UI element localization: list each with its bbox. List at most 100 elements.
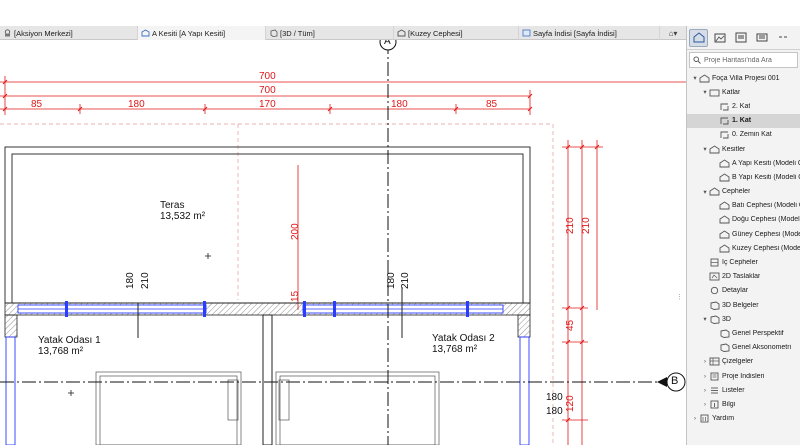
tree-item-label: A Yapı Kesiti (Modeli O bbox=[732, 159, 800, 167]
tree-item[interactable]: › Çizelgeler bbox=[687, 355, 800, 369]
tree-item[interactable]: › Yardım bbox=[687, 412, 800, 426]
window-label-lower: 180 bbox=[546, 392, 563, 403]
lists-icon bbox=[709, 386, 720, 395]
archicad-window: [Aksiyon Merkezi] A Kesiti [A Yapı Kesit… bbox=[0, 0, 800, 445]
tree-item[interactable]: › Proje İndisleri bbox=[687, 369, 800, 383]
tree-item[interactable]: A Yapı Kesiti (Modeli O bbox=[687, 156, 800, 170]
layout-book-button[interactable] bbox=[731, 29, 750, 47]
window-label: 180 bbox=[386, 272, 397, 289]
elevation-icon bbox=[719, 244, 730, 253]
navigator-search[interactable] bbox=[689, 52, 798, 68]
room-name: Teras bbox=[160, 200, 185, 211]
panel-resize-handle[interactable]: ⋮ bbox=[676, 293, 683, 305]
chevron-down-icon[interactable]: ▾ bbox=[701, 315, 709, 323]
tree-item-label: Genel Aksonometri bbox=[732, 344, 792, 352]
more-button[interactable] bbox=[773, 29, 792, 47]
tree-item[interactable]: ▾ Kesitler bbox=[687, 142, 800, 156]
tree-item[interactable]: 1. Kat bbox=[687, 113, 800, 128]
tree-item[interactable]: 2. Kat bbox=[687, 99, 800, 113]
tab-action-center[interactable]: [Aksiyon Merkezi] bbox=[0, 26, 138, 40]
window-label: 210 bbox=[400, 272, 411, 289]
chevron-right-icon[interactable]: › bbox=[701, 401, 709, 408]
view-map-button[interactable] bbox=[710, 29, 729, 47]
tree-item-label: Batı Cephesi (Modeli O bbox=[732, 202, 800, 210]
tab-label: A Kesiti [A Yapı Kesiti] bbox=[152, 28, 226, 38]
tree-item-label: Genel Perspektif bbox=[732, 329, 784, 337]
section-icon bbox=[719, 159, 730, 168]
publisher-button[interactable] bbox=[752, 29, 771, 47]
tree-item[interactable]: Detaylar bbox=[687, 284, 800, 298]
elevations-icon bbox=[709, 187, 720, 196]
chevron-down-icon[interactable]: ▾ bbox=[691, 74, 699, 82]
details-icon bbox=[709, 286, 720, 295]
info-icon bbox=[709, 400, 720, 409]
tree-item-label: Doğu Cephesi (Modeli bbox=[732, 216, 800, 224]
tree-item-label: 1. Kat bbox=[732, 117, 752, 125]
floor-plan-drawing bbox=[0, 40, 686, 445]
story-icon bbox=[719, 116, 730, 125]
floor-plan-canvas[interactable]: A B 700 700 85 180 170 180 85 210 210 45… bbox=[0, 40, 686, 445]
chevron-down-icon[interactable]: ▾ bbox=[701, 145, 709, 153]
tree-item-label: Bilgi bbox=[722, 400, 736, 408]
dimension-segment: 85 bbox=[31, 99, 43, 110]
tree-item[interactable]: 2D Taslaklar bbox=[687, 270, 800, 284]
chevron-down-icon[interactable]: ▾ bbox=[701, 88, 709, 96]
tree-item[interactable]: Batı Cephesi (Modeli O bbox=[687, 199, 800, 213]
tree-item[interactable]: Güney Cephesi (Modeli bbox=[687, 227, 800, 241]
tab-sheet-index[interactable]: Sayfa İndisi [Sayfa İndisi] bbox=[519, 26, 660, 40]
room-name: Yatak Odası 1 bbox=[38, 335, 101, 346]
tab-section-a[interactable]: A Kesiti [A Yapı Kesiti] bbox=[138, 26, 266, 40]
window-label: 180 bbox=[125, 272, 136, 289]
chevron-right-icon[interactable]: › bbox=[701, 358, 709, 365]
dimension-vertical: 45 bbox=[565, 319, 576, 331]
tab-3d-all[interactable]: [3D / Tüm] bbox=[266, 26, 394, 40]
tree-item-label: Yardım bbox=[712, 415, 735, 423]
tree-item[interactable]: › Listeler bbox=[687, 383, 800, 397]
tree-item[interactable]: ▾ Cepheler bbox=[687, 185, 800, 199]
search-input[interactable] bbox=[704, 56, 796, 64]
project-indexes-icon bbox=[709, 372, 720, 381]
elevation-icon bbox=[397, 29, 406, 37]
tree-item-label: 0. Zemin Kat bbox=[732, 131, 772, 139]
navigator-toolbar bbox=[687, 26, 800, 50]
project-icon bbox=[699, 74, 710, 83]
story-icon bbox=[719, 130, 730, 139]
chevron-right-icon[interactable]: › bbox=[701, 373, 709, 380]
chevron-right-icon[interactable]: › bbox=[701, 387, 709, 394]
tree-item[interactable]: Genel Perspektif bbox=[687, 326, 800, 340]
tree-item[interactable]: B Yapı Kesiti (Modeli O bbox=[687, 170, 800, 184]
dimension-vertical: 120 bbox=[565, 395, 576, 412]
chevron-down-icon[interactable]: ▾ bbox=[701, 188, 709, 196]
3d-folder-icon bbox=[709, 315, 720, 324]
window-label-lower: 180 bbox=[546, 406, 563, 417]
tab-label: [3D / Tüm] bbox=[280, 28, 315, 38]
stories-icon bbox=[709, 88, 720, 97]
tree-item[interactable]: Kuzey Cephesi (Modeli bbox=[687, 241, 800, 255]
dimension-vertical-center: 200 bbox=[290, 223, 301, 240]
tree-item[interactable]: Genel Aksonometri bbox=[687, 341, 800, 355]
tree-item[interactable]: ▾ 3D bbox=[687, 312, 800, 326]
tab-overflow-menu[interactable]: ⌂▾ bbox=[660, 26, 686, 40]
tree-item[interactable]: 3D Belgeler bbox=[687, 298, 800, 312]
tree-item[interactable]: › Bilgi bbox=[687, 397, 800, 411]
tree-item[interactable]: ▾ Katlar bbox=[687, 85, 800, 99]
tree-item-label: Foça Villa Projesi 001 bbox=[712, 74, 780, 82]
perspective-icon bbox=[719, 329, 730, 338]
tree-item[interactable]: İç Cepheler bbox=[687, 255, 800, 269]
tree-item[interactable]: 0. Zemin Kat bbox=[687, 128, 800, 142]
section-icon bbox=[719, 173, 730, 182]
tab-north-elevation[interactable]: [Kuzey Cephesi] bbox=[394, 26, 519, 40]
tree-item-label: Proje İndisleri bbox=[722, 372, 765, 380]
tree-item[interactable]: ▾ Foça Villa Projesi 001 bbox=[687, 71, 800, 85]
window-label: 210 bbox=[140, 272, 151, 289]
story-icon bbox=[719, 102, 730, 111]
search-icon bbox=[693, 56, 701, 64]
dimension-total-1: 700 bbox=[259, 71, 276, 82]
project-map-button[interactable] bbox=[689, 28, 708, 47]
dimension-segment: 85 bbox=[486, 99, 498, 110]
room-area: 13,768 m² bbox=[38, 346, 84, 357]
worksheets-icon bbox=[709, 272, 720, 281]
tree-item[interactable]: Doğu Cephesi (Modeli bbox=[687, 213, 800, 227]
dimension-vertical-center-low: 15 bbox=[290, 290, 301, 302]
chevron-right-icon[interactable]: › bbox=[691, 415, 699, 422]
